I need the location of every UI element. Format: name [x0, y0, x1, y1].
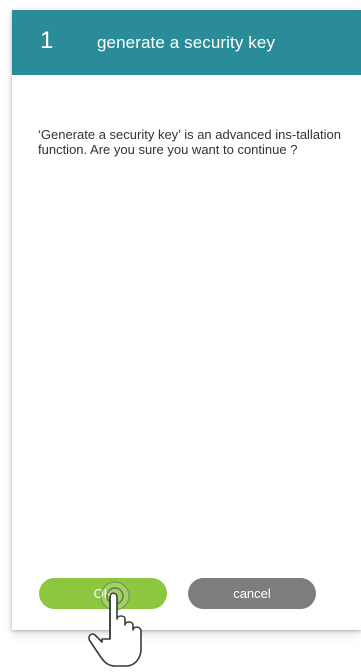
- confirm-dialog: 1 generate a security key ‘Generate a se…: [12, 10, 361, 630]
- screen: 1 generate a security key ‘Generate a se…: [0, 0, 361, 672]
- dialog-title: generate a security key: [97, 33, 276, 52]
- ok-button[interactable]: OK: [39, 578, 167, 609]
- cancel-button[interactable]: cancel: [188, 578, 316, 609]
- dialog-header: 1 generate a security key: [12, 10, 361, 75]
- dialog-message: ‘Generate a security key’ is an advanced…: [38, 127, 342, 157]
- step-number: 1: [40, 27, 54, 54]
